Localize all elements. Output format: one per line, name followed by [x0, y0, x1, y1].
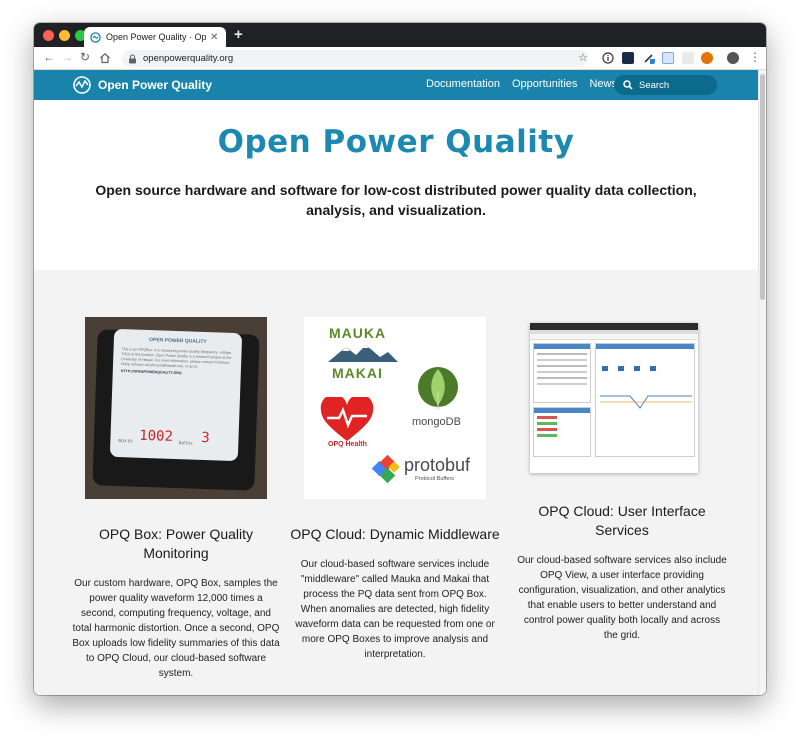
label-title: OPEN POWER QUALITY — [148, 337, 207, 346]
address-bar[interactable]: openpowerquality.org — [122, 50, 588, 67]
extension-icon[interactable] — [682, 52, 694, 64]
heart-icon — [320, 397, 374, 441]
forward-icon[interactable]: → — [61, 50, 73, 64]
url-text: openpowerquality.org — [143, 53, 234, 64]
extension-icon[interactable] — [701, 52, 713, 64]
mauka-logo-text: MAUKA — [329, 325, 387, 341]
back-icon[interactable]: ← — [43, 50, 55, 64]
pen-extension-icon[interactable] — [643, 52, 655, 64]
menu-kebab-icon[interactable]: ⋮ — [749, 50, 761, 64]
middleware-logos-image: MAUKA MAKAI mongoDB OPQ Health protobuf … — [304, 317, 486, 499]
close-tab-icon[interactable]: ✕ — [210, 32, 218, 43]
hero-subtitle: Open source hardware and software for lo… — [95, 182, 697, 218]
features-section: OPEN POWER QUALITY This is an OPQBox. It… — [34, 270, 758, 695]
label-text: This is an OPQBox. It is measuring power… — [120, 347, 232, 369]
mongodb-logo-text: mongoDB — [412, 416, 461, 428]
opq-box-label: OPEN POWER QUALITY This is an OPQBox. It… — [109, 328, 243, 462]
feature-card-ui-services: OPQ Cloud: User Interface Services Our c… — [517, 502, 727, 643]
site-favicon-icon — [90, 31, 101, 43]
site-brand-name: Open Power Quality — [98, 78, 213, 92]
feature-title-ui-services: OPQ Cloud: User Interface Services — [538, 503, 706, 538]
feature-title-middleware: OPQ Cloud: Dynamic Middleware — [290, 526, 500, 542]
site-navbar: Open Power Quality Documentation Opportu… — [34, 70, 758, 100]
page-viewport: Open Power Quality Documentation Opportu… — [34, 70, 758, 695]
browser-tab[interactable]: Open Power Quality · Open sour ✕ — [84, 27, 226, 47]
info-extension-icon[interactable] — [602, 52, 614, 64]
close-window-button[interactable] — [43, 30, 54, 41]
opq-health-logo-text: OPQ Health — [328, 441, 367, 448]
feature-body-ui-services: Our cloud-based software services also i… — [517, 555, 727, 641]
batch-value: 3 — [201, 429, 210, 447]
browser-window: Open Power Quality · Open sour ✕ + ← → ↻… — [34, 23, 766, 695]
feature-body-middleware: Our cloud-based software services includ… — [295, 559, 495, 660]
feature-card-middleware: OPQ Cloud: Dynamic Middleware Our cloud-… — [290, 525, 500, 662]
lock-icon — [129, 53, 136, 63]
tab-title: Open Power Quality · Open sour — [106, 32, 206, 42]
box-id-value: 1002 — [138, 427, 174, 445]
site-nav-links: Documentation Opportunities News — [426, 78, 629, 90]
page-scrollbar[interactable] — [758, 70, 766, 695]
protobuf-logo-text: protobuf — [404, 455, 471, 475]
search-placeholder: Search — [639, 79, 670, 91]
minimize-window-button[interactable] — [59, 30, 70, 41]
search-icon — [623, 80, 633, 90]
protobuf-subtitle: Protocol Buffers — [415, 476, 455, 482]
hero-title: Open Power Quality — [217, 124, 575, 160]
box-id-label: BOX ID: — [118, 438, 134, 444]
nav-news[interactable]: News — [589, 78, 617, 90]
docs-extension-icon[interactable] — [662, 52, 674, 64]
nav-opportunities[interactable]: Opportunities — [512, 78, 577, 90]
makai-logo-text: MAKAI — [332, 365, 383, 381]
tab-strip: Open Power Quality · Open sour ✕ + — [34, 23, 766, 47]
batch-label: BATCH: — [178, 440, 194, 446]
feature-body-opq-box: Our custom hardware, OPQ Box, samples th… — [72, 578, 280, 679]
feature-card-opq-box: OPQ Box: Power Quality Monitoring Our cu… — [71, 525, 281, 681]
profile-avatar[interactable] — [727, 52, 739, 64]
home-icon[interactable] — [99, 52, 111, 64]
browser-toolbar: ← → ↻ openpowerquality.org ☆ ⋮ — [34, 47, 766, 70]
extension-icon[interactable] — [622, 52, 634, 64]
scrollbar-thumb[interactable] — [760, 74, 765, 300]
opq-view-screenshot — [530, 323, 698, 473]
google-squares-icon — [371, 454, 402, 485]
mongodb-leaf-icon — [418, 367, 458, 409]
hero-section: Open Power Quality Open source hardware … — [34, 100, 758, 270]
reload-icon[interactable]: ↻ — [80, 50, 90, 64]
site-logo[interactable]: Open Power Quality — [72, 75, 212, 95]
feature-title-opq-box: OPQ Box: Power Quality Monitoring — [98, 526, 254, 561]
opq-logo-icon — [73, 76, 91, 94]
opq-box-photo: OPEN POWER QUALITY This is an OPQBox. It… — [85, 317, 267, 499]
nav-documentation[interactable]: Documentation — [426, 78, 500, 90]
mountain-icon — [328, 345, 398, 362]
site-search-input[interactable]: Search — [614, 75, 717, 95]
bookmark-star-icon[interactable]: ☆ — [578, 51, 588, 64]
new-tab-button[interactable]: + — [234, 26, 243, 43]
